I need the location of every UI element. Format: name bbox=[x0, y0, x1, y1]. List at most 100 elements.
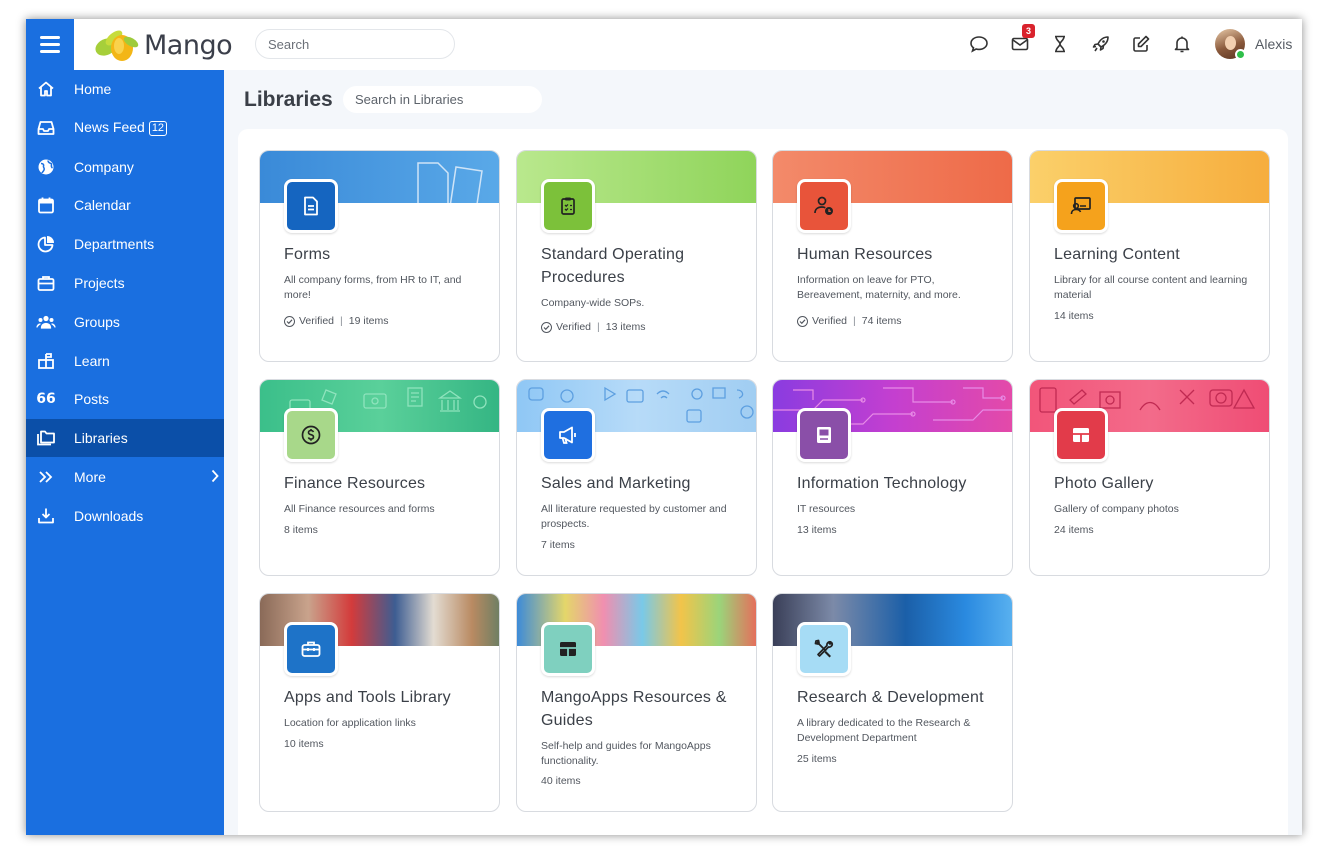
library-title: Sales and Marketing bbox=[541, 475, 691, 492]
sidebar-item-projects[interactable]: Projects bbox=[26, 264, 224, 302]
messages-button[interactable]: 3 bbox=[1007, 24, 1035, 57]
library-title: Forms bbox=[284, 246, 331, 263]
verified-label: Verified bbox=[299, 315, 335, 327]
chat-bubble-icon bbox=[970, 36, 988, 53]
logo[interactable]: Mango bbox=[92, 25, 233, 65]
sidebar-item-learn[interactable]: Learn bbox=[26, 342, 224, 380]
library-card-learning-content[interactable]: Learning Content Library for all course … bbox=[1029, 150, 1270, 362]
sidebar-item-label: Posts bbox=[74, 391, 110, 408]
verified-check-icon bbox=[541, 321, 552, 333]
libraries-panel: Forms All company forms, from HR to IT, … bbox=[238, 129, 1288, 835]
library-card-forms[interactable]: Forms All company forms, from HR to IT, … bbox=[259, 150, 500, 362]
library-meta: 25 items bbox=[797, 753, 837, 765]
sidebar: Home News Feed 12 Company Calendar Depart… bbox=[26, 70, 224, 835]
library-description: A library dedicated to the Research & De… bbox=[797, 717, 971, 744]
verified-label: Verified bbox=[812, 315, 848, 327]
bell-icon bbox=[1174, 36, 1190, 53]
sidebar-item-label: Libraries bbox=[74, 430, 128, 447]
menu-toggle-button[interactable] bbox=[26, 19, 74, 70]
sidebar-item-libraries[interactable]: Libraries bbox=[26, 419, 224, 458]
tools-icon bbox=[797, 622, 851, 676]
global-search-input[interactable] bbox=[255, 29, 455, 59]
library-description: Gallery of company photos bbox=[1054, 503, 1179, 515]
sidebar-item-label-wrap: News Feed 12 bbox=[74, 119, 168, 137]
megaphone-icon bbox=[541, 408, 595, 462]
home-icon bbox=[36, 79, 56, 99]
item-count: 74 items bbox=[861, 315, 902, 327]
calendar-icon bbox=[36, 195, 56, 215]
sidebar-item-label: Departments bbox=[74, 236, 155, 253]
library-card-sop[interactable]: Standard Operating Procedures Company-wi… bbox=[516, 150, 757, 362]
sidebar-item-news-feed[interactable]: News Feed 12 bbox=[26, 109, 224, 147]
library-description: Self-help and guides for MangoApps funct… bbox=[541, 740, 711, 767]
compose-button[interactable] bbox=[1128, 31, 1154, 57]
library-card-photo-gallery[interactable]: Photo Gallery Gallery of company photos … bbox=[1029, 379, 1270, 576]
sidebar-item-groups[interactable]: Groups bbox=[26, 303, 224, 341]
library-title: Learning Content bbox=[1054, 246, 1180, 263]
item-count: 19 items bbox=[348, 315, 389, 327]
sidebar-item-label: Downloads bbox=[74, 507, 144, 524]
library-description: IT resources bbox=[797, 503, 856, 515]
chat-button[interactable] bbox=[966, 31, 992, 57]
mango-logo-icon bbox=[95, 30, 139, 61]
item-count: 40 items bbox=[541, 775, 581, 787]
folders-icon bbox=[36, 428, 56, 448]
chevron-right-icon bbox=[211, 469, 219, 483]
library-card-research-development[interactable]: Research & Development A library dedicat… bbox=[772, 593, 1013, 812]
quote-icon: 66 bbox=[36, 391, 56, 408]
news-feed-count-badge: 12 bbox=[148, 121, 168, 137]
sidebar-item-label: Learn bbox=[74, 352, 110, 369]
page-title: Libraries bbox=[244, 88, 333, 111]
launch-button[interactable] bbox=[1088, 31, 1114, 57]
toolbox-icon bbox=[284, 622, 338, 676]
library-description: Information on leave for PTO, Bereavemen… bbox=[797, 274, 961, 301]
user-avatar[interactable] bbox=[1215, 29, 1246, 60]
double-chevron-icon bbox=[36, 467, 56, 487]
user-name[interactable]: Alexis bbox=[1255, 36, 1292, 52]
library-card-information-technology[interactable]: Information Technology IT resources 13 i… bbox=[772, 379, 1013, 576]
verified-check-icon bbox=[284, 315, 295, 327]
library-description: Library for all course content and learn… bbox=[1054, 274, 1248, 301]
library-title: Photo Gallery bbox=[1054, 475, 1154, 492]
logo-text: Mango bbox=[144, 29, 233, 61]
library-meta: 8 items bbox=[284, 524, 318, 536]
sidebar-item-more[interactable]: More bbox=[26, 458, 224, 496]
sidebar-item-company[interactable]: Company bbox=[26, 148, 224, 186]
library-meta: 10 items bbox=[284, 738, 324, 750]
library-card-finance-resources[interactable]: Finance Resources All Finance resources … bbox=[259, 379, 500, 576]
timer-button[interactable] bbox=[1047, 31, 1073, 57]
online-status-dot bbox=[1235, 49, 1246, 60]
library-title: Standard Operating Procedures bbox=[541, 246, 685, 286]
top-bar: Mango 3 Alexis bbox=[26, 19, 1302, 70]
sidebar-item-downloads[interactable]: Downloads bbox=[26, 497, 224, 535]
library-search-input[interactable] bbox=[343, 86, 542, 113]
app-window: Mango 3 Alexis Home N bbox=[26, 19, 1302, 835]
library-description: Location for application links bbox=[284, 717, 416, 729]
library-card-sales-marketing[interactable]: Sales and Marketing All literature reque… bbox=[516, 379, 757, 576]
library-card-apps-tools[interactable]: Apps and Tools Library Location for appl… bbox=[259, 593, 500, 812]
item-count: 13 items bbox=[797, 524, 837, 536]
library-meta: Verified | 19 items bbox=[284, 315, 388, 327]
document-icon bbox=[284, 179, 338, 233]
inbox-icon bbox=[36, 118, 56, 138]
item-count: 24 items bbox=[1054, 524, 1094, 536]
library-title: Research & Development bbox=[797, 689, 984, 706]
sidebar-item-calendar[interactable]: Calendar bbox=[26, 186, 224, 224]
sidebar-item-posts[interactable]: 66 Posts bbox=[26, 380, 224, 418]
library-card-human-resources[interactable]: Human Resources Information on leave for… bbox=[772, 150, 1013, 362]
library-description: All Finance resources and forms bbox=[284, 503, 435, 515]
sidebar-item-label: News Feed bbox=[74, 119, 145, 136]
library-meta: 40 items bbox=[541, 775, 581, 787]
item-count: 25 items bbox=[797, 753, 837, 765]
library-card-mangoapps-resources[interactable]: MangoApps Resources & Guides Self-help a… bbox=[516, 593, 757, 812]
sidebar-item-home[interactable]: Home bbox=[26, 70, 224, 108]
globe-icon bbox=[36, 157, 56, 177]
sidebar-item-label: Groups bbox=[74, 313, 120, 330]
library-meta: Verified | 74 items bbox=[797, 315, 901, 327]
messages-badge: 3 bbox=[1022, 24, 1035, 38]
sidebar-item-label: Projects bbox=[74, 275, 125, 291]
library-meta: 24 items bbox=[1054, 524, 1094, 536]
sidebar-item-departments[interactable]: Departments bbox=[26, 225, 224, 263]
rocket-icon bbox=[1092, 36, 1109, 52]
notifications-button[interactable] bbox=[1169, 31, 1195, 57]
